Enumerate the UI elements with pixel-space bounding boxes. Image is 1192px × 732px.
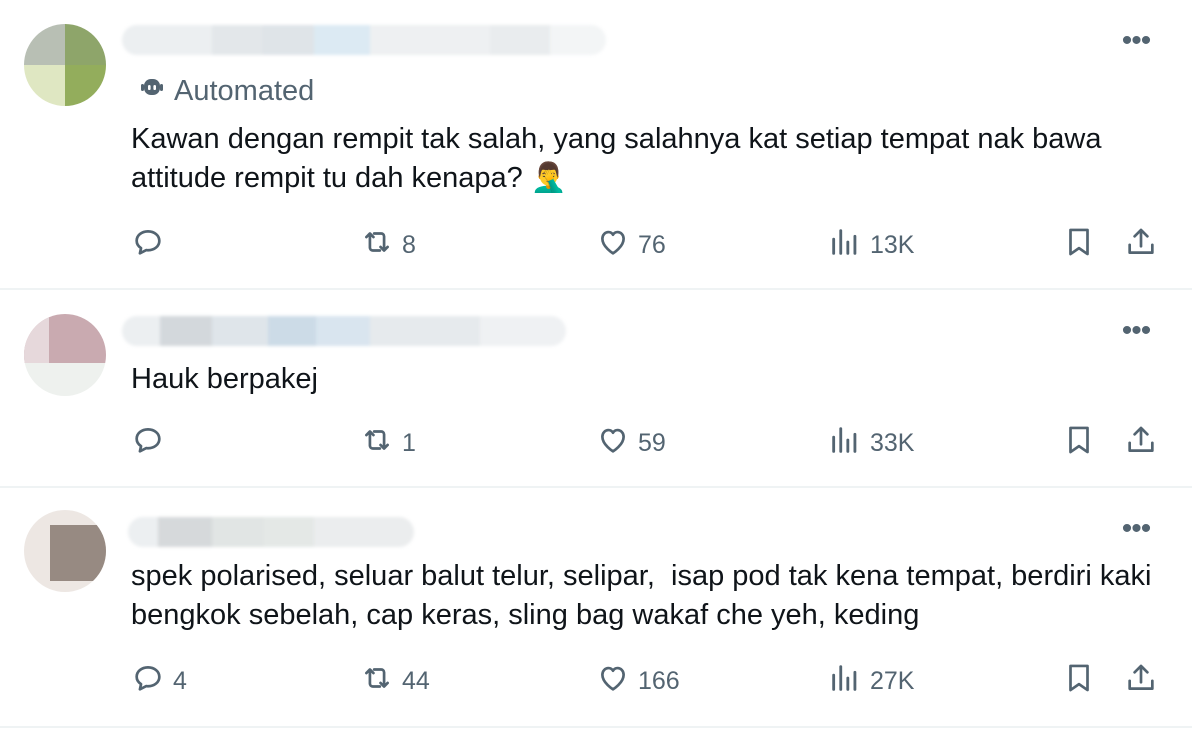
action-bar: 8 76 13K [0, 225, 1192, 265]
reply-bubble-icon [131, 661, 165, 702]
reply-button[interactable] [131, 423, 173, 463]
post-text: spek polarised, seluar balut telur, seli… [131, 560, 1160, 631]
bookmark-icon [1062, 225, 1096, 266]
post-text: Kawan dengan rempit tak salah, yang sala… [131, 123, 1110, 194]
reply-button[interactable]: 4 [131, 661, 187, 701]
action-bar: 1 59 33K [0, 423, 1192, 463]
heart-icon [596, 661, 630, 702]
view-count: 13K [870, 230, 915, 259]
repost-count: 1 [402, 428, 416, 457]
views-bars-icon [828, 225, 862, 266]
repost-count: 8 [402, 230, 416, 259]
share-upload-icon [1124, 423, 1158, 464]
post-text: Hauk berpakej [131, 363, 318, 395]
share-button[interactable] [1124, 423, 1158, 463]
reply-post-2[interactable]: ••• Hauk berpakej 1 59 33K [0, 290, 1192, 486]
like-button[interactable]: 166 [596, 661, 680, 701]
bookmark-button[interactable] [1062, 661, 1096, 701]
automated-label: Automated [174, 74, 315, 107]
more-dots-icon: ••• [1121, 314, 1151, 347]
more-options-button[interactable]: ••• [1116, 26, 1156, 58]
bookmark-button[interactable] [1062, 423, 1096, 463]
bookmark-icon [1062, 423, 1096, 464]
views-button[interactable]: 13K [828, 225, 914, 265]
blurred-username[interactable] [128, 517, 414, 547]
blurred-username[interactable] [122, 25, 606, 55]
action-bar: 4 44 166 27K [0, 661, 1192, 701]
more-dots-icon: ••• [1121, 24, 1151, 57]
automated-badge[interactable]: Automated [138, 74, 314, 108]
like-button[interactable]: 76 [596, 225, 666, 265]
repost-arrows-icon [360, 423, 394, 464]
views-bars-icon [828, 423, 862, 464]
reply-bubble-icon [131, 225, 165, 266]
bot-icon [138, 73, 166, 109]
repost-button[interactable]: 1 [360, 423, 416, 463]
bookmark-button[interactable] [1062, 225, 1096, 265]
more-options-button[interactable]: ••• [1116, 514, 1156, 546]
more-dots-icon: ••• [1121, 512, 1151, 545]
share-button[interactable] [1124, 225, 1158, 265]
post-divider [0, 726, 1192, 728]
views-button[interactable]: 33K [828, 423, 914, 463]
like-count: 166 [638, 666, 680, 695]
view-count: 33K [870, 428, 915, 457]
like-button[interactable]: 59 [596, 423, 666, 463]
repost-arrows-icon [360, 661, 394, 702]
blurred-username[interactable] [122, 316, 566, 346]
avatar[interactable] [24, 510, 106, 592]
reply-button[interactable] [131, 225, 173, 265]
like-count: 76 [638, 230, 666, 259]
heart-icon [596, 423, 630, 464]
more-options-button[interactable]: ••• [1116, 316, 1156, 348]
repost-arrows-icon [360, 225, 394, 266]
avatar[interactable] [24, 314, 106, 396]
reply-bubble-icon [131, 423, 165, 464]
reply-post-3[interactable]: ••• spek polarised, seluar balut telur, … [0, 488, 1192, 728]
bookmark-icon [1062, 661, 1096, 702]
reply-count: 4 [173, 666, 187, 695]
share-button[interactable] [1124, 661, 1158, 701]
repost-button[interactable]: 44 [360, 661, 430, 701]
views-bars-icon [828, 661, 862, 702]
repost-count: 44 [402, 666, 430, 695]
view-count: 27K [870, 666, 915, 695]
reply-post-1[interactable]: ••• Automated Kawan dengan rempit tak sa… [0, 0, 1192, 288]
like-count: 59 [638, 428, 666, 457]
repost-button[interactable]: 8 [360, 225, 416, 265]
share-upload-icon [1124, 661, 1158, 702]
share-upload-icon [1124, 225, 1158, 266]
views-button[interactable]: 27K [828, 661, 914, 701]
reply-thread: ••• Automated Kawan dengan rempit tak sa… [0, 0, 1192, 732]
avatar[interactable] [24, 24, 106, 106]
heart-icon [596, 225, 630, 266]
